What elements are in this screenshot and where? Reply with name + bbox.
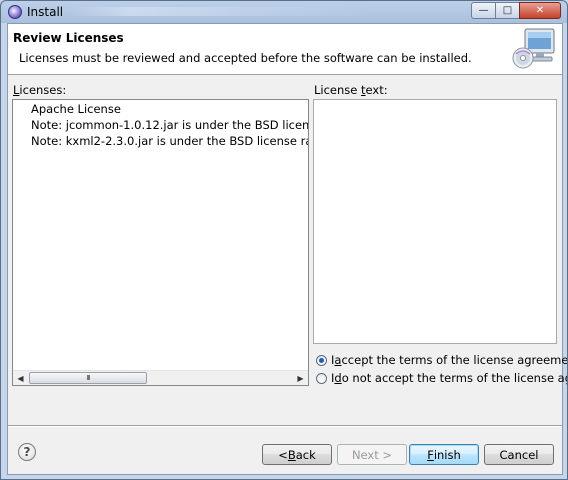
accept-radio-mnemonic: a [334, 353, 342, 367]
window-controls: — □ ✕ [471, 2, 561, 19]
cancel-button[interactable]: Cancel [484, 444, 554, 465]
scroll-thumb[interactable]: III [29, 372, 147, 384]
help-icon[interactable]: ? [18, 443, 36, 461]
accept-radio-label: ccept the terms of the license agreement… [341, 353, 568, 367]
licenses-label-text: icenses: [19, 83, 67, 97]
wizard-banner: Review Licenses Licenses must be reviewe… [8, 24, 562, 75]
decline-radio-label: o not accept the terms of the license ag… [341, 371, 567, 385]
dialog-client-area: Review Licenses Licenses must be reviewe… [7, 23, 567, 475]
license-item-kxml2-note[interactable]: Note: kxml2-2.3.0.jar is under the BSD l… [31, 134, 308, 148]
license-text-label-text: ext: [365, 83, 388, 97]
maximize-button[interactable]: □ [495, 2, 520, 19]
back-button-mnemonic: B [287, 447, 296, 462]
licenses-label: Licenses: [13, 83, 66, 97]
scroll-left-icon[interactable]: ◀ [13, 371, 28, 385]
button-bar-separator [8, 425, 562, 427]
cancel-button-label: Cancel [499, 447, 539, 462]
minimize-button[interactable]: — [471, 2, 496, 19]
finish-button-mnemonic: F [427, 447, 434, 462]
license-text-label-text: License [314, 83, 362, 97]
accept-radio-option[interactable]: I a ccept the terms of the license agreem… [316, 353, 568, 367]
license-text-area[interactable] [313, 99, 557, 344]
scroll-right-icon[interactable]: ▶ [293, 371, 308, 385]
title-bar[interactable]: Install — □ ✕ [1, 1, 567, 23]
license-item-jcommon-note[interactable]: Note: jcommon-1.0.12.jar is under the BS… [31, 118, 308, 132]
back-button-label: < [278, 447, 288, 462]
horizontal-scrollbar[interactable]: ◀ III ▶ [13, 370, 308, 385]
minimize-icon: — [478, 5, 489, 16]
page-description: Licenses must be reviewed and accepted b… [19, 51, 472, 65]
licenses-tree[interactable]: Apache License Note: jcommon-1.0.12.jar … [12, 99, 309, 386]
computer-install-icon [512, 28, 555, 69]
close-button[interactable]: ✕ [519, 2, 561, 19]
decline-radio-option[interactable]: I do not accept the terms of the license… [316, 371, 567, 385]
license-item-apache[interactable]: Apache License [31, 102, 121, 116]
finish-button[interactable]: Finish [409, 444, 479, 465]
decline-radio-mnemonic: d [334, 371, 342, 385]
decline-radio[interactable] [316, 372, 327, 384]
accept-radio[interactable] [316, 354, 327, 366]
finish-button-label: inish [433, 447, 461, 462]
next-button[interactable]: Next > [337, 444, 407, 465]
next-button-label: Next > [351, 447, 393, 462]
title-bar-glass [71, 7, 371, 16]
page-title: Review Licenses [13, 31, 124, 45]
close-icon: ✕ [535, 5, 545, 16]
eclipse-icon [8, 5, 22, 19]
license-text-label: License text: [314, 83, 388, 97]
back-button-label: ack [295, 447, 316, 462]
install-window: Install — □ ✕ Review Licenses Licenses m… [0, 0, 568, 480]
maximize-icon: □ [502, 5, 513, 16]
back-button[interactable]: < Back [262, 444, 332, 465]
window-title: Install [27, 5, 64, 19]
